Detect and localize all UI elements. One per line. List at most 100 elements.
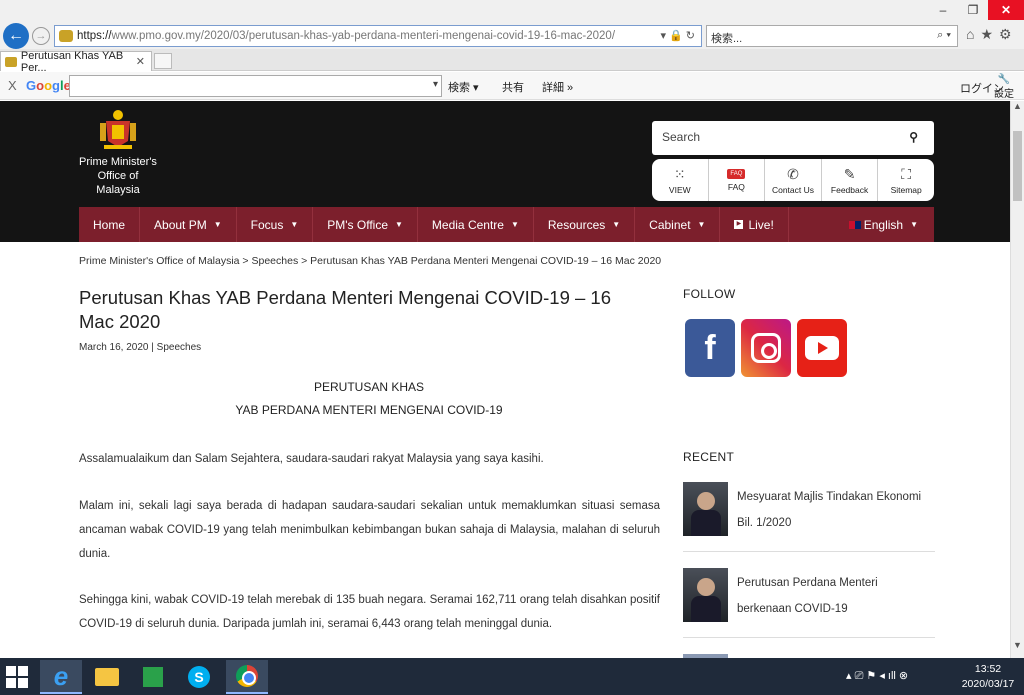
google-toolbar: X Google ▾ 検索 ▾ 共有 詳細 » ログイン 🔧 設定	[0, 72, 1024, 100]
address-bar[interactable]: https:// www.pmo.gov.my/2020/03/perutusa…	[54, 25, 702, 47]
nav-live[interactable]: ▶ Live!	[720, 207, 789, 242]
scrollbar-thumb[interactable]	[1013, 131, 1022, 201]
site-search-input[interactable]: Search ⚲	[652, 121, 934, 155]
google-settings-button[interactable]: 🔧 設定	[994, 74, 1014, 100]
forward-button[interactable]: →	[32, 27, 50, 45]
recent-post-thumbnail[interactable]	[683, 568, 728, 622]
address-bar-actions[interactable]: ▾ 🔒 ↻	[660, 29, 695, 42]
recent-post-title[interactable]: Mesyuarat Majlis Tindakan Ekonomi Bil. 1…	[737, 484, 933, 536]
scroll-down-icon[interactable]: ▼	[1013, 640, 1022, 650]
site-header: Prime Minister's Office of Malaysia Sear…	[0, 101, 1010, 242]
google-logo: Google	[26, 78, 71, 93]
coat-of-arms-icon[interactable]	[96, 107, 140, 151]
restore-button[interactable]: ❐	[958, 0, 988, 20]
site-logo-text[interactable]: Prime Minister's Office of Malaysia	[78, 155, 158, 197]
facebook-icon[interactable]: f	[685, 319, 735, 377]
browser-toolbar-icons: ⌂ ★ ⚙	[966, 26, 1012, 43]
instagram-icon[interactable]	[741, 319, 791, 377]
browser-search-placeholder: 検索...	[711, 33, 743, 45]
gear-icon[interactable]: ⚙	[999, 26, 1012, 43]
browser-tab[interactable]: Perutusan Khas YAB Per... ✕	[0, 50, 152, 74]
google-search-button[interactable]: 検索 ▾	[448, 79, 479, 95]
tab-close-icon[interactable]: ✕	[136, 55, 145, 68]
browser-search-input[interactable]: 検索... ⌕ ▾	[706, 25, 958, 47]
google-share-button[interactable]: 共有	[502, 79, 524, 95]
social-links: f	[685, 319, 847, 377]
taskbar-file-explorer[interactable]	[86, 660, 128, 694]
chevron-down-icon[interactable]: ▾	[433, 79, 438, 90]
taskbar-store[interactable]	[132, 660, 174, 694]
nav-focus[interactable]: Focus ▼	[237, 207, 314, 242]
taskbar-chrome[interactable]	[226, 660, 268, 694]
nav-resources[interactable]: Resources ▼	[534, 207, 636, 242]
folder-icon	[95, 668, 119, 686]
recent-post-thumbnail[interactable]	[683, 482, 728, 536]
breadcrumb[interactable]: Prime Minister's Office of Malaysia > Sp…	[79, 255, 661, 267]
article-subheading: PERUTUSAN KHAS	[313, 380, 425, 394]
meta-separator: |	[151, 342, 154, 353]
chevron-down-icon: ▼	[510, 220, 519, 229]
faq-icon: FAQ	[727, 168, 746, 179]
quick-link-contact-us[interactable]: ✆ Contact Us	[765, 159, 822, 201]
close-window-button[interactable]: ✕	[988, 0, 1024, 20]
tab-strip: Perutusan Khas YAB Per... ✕	[0, 49, 1024, 74]
youtube-icon[interactable]	[797, 319, 847, 377]
site-search-placeholder: Search	[662, 130, 701, 144]
sitemap-icon: ⛶	[901, 165, 912, 182]
chevron-down-icon: ▼	[910, 220, 918, 229]
url-text: www.pmo.gov.my/2020/03/perutusan-khas-ya…	[111, 30, 616, 42]
back-button[interactable]: ←	[3, 23, 29, 49]
quick-link-feedback[interactable]: ✎ Feedback	[822, 159, 879, 201]
nav-media-centre[interactable]: Media Centre ▼	[418, 207, 534, 242]
system-tray[interactable]: ▴ ⎚ ⚑ ◂ ıll ⊗	[846, 669, 908, 683]
skype-icon: S	[188, 666, 210, 688]
quick-link-view[interactable]: ⁙ VIEW	[652, 159, 709, 201]
chrome-icon	[236, 665, 258, 687]
recent-post-item[interactable]: Perutusan Perdana Menteri berkenaan COVI…	[683, 568, 935, 638]
window-titlebar: – ❐ ✕	[0, 0, 1024, 22]
home-icon[interactable]: ⌂	[966, 26, 974, 43]
chevron-down-icon: ▼	[612, 220, 621, 229]
nav-about-pm[interactable]: About PM ▼	[140, 207, 237, 242]
chevron-down-icon: ▼	[213, 220, 222, 229]
post-category-link[interactable]: Speeches	[157, 342, 201, 353]
recent-post-title[interactable]: Perutusan Perdana Menteri berkenaan COVI…	[737, 570, 933, 622]
phone-icon: ✆	[787, 165, 799, 182]
favorites-icon[interactable]: ★	[980, 26, 993, 43]
search-icon[interactable]: ⌕ ▾	[937, 29, 951, 42]
quick-link-faq[interactable]: FAQ FAQ	[709, 159, 766, 201]
google-more-button[interactable]: 詳細 »	[542, 79, 573, 95]
page-title: Perutusan Khas YAB Perdana Menteri Menge…	[79, 287, 612, 332]
address-row: ← → https:// www.pmo.gov.my/2020/03/peru…	[0, 22, 1024, 49]
search-icon[interactable]: ⚲	[909, 130, 918, 144]
window-controls: – ❐ ✕	[928, 0, 1024, 20]
web-page: Prime Minister's Office of Malaysia Sear…	[0, 101, 1010, 658]
taskbar-internet-explorer[interactable]: e	[40, 660, 82, 694]
scroll-up-icon[interactable]: ▲	[1013, 101, 1022, 111]
quick-links: ⁙ VIEW FAQ FAQ ✆ Contact Us ✎ Feedback ⛶…	[652, 159, 934, 201]
recent-heading: RECENT	[683, 450, 735, 464]
taskbar-skype[interactable]: S	[178, 660, 220, 694]
nav-home[interactable]: Home	[79, 207, 141, 242]
google-search-input[interactable]: ▾	[69, 75, 442, 97]
windows-start-icon[interactable]	[6, 666, 28, 688]
recent-post-item[interactable]: Mesyuarat Majlis Tindakan Ekonomi Bil. 1…	[683, 482, 935, 552]
quick-link-sitemap[interactable]: ⛶ Sitemap	[878, 159, 934, 201]
chevron-down-icon: ▼	[290, 220, 299, 229]
view-icon: ⁙	[673, 165, 686, 182]
internet-explorer-icon: e	[53, 660, 69, 691]
clock-date: 2020/03/17	[961, 678, 1015, 690]
site-favicon-icon	[59, 30, 73, 42]
article-paragraph: Malam ini, sekali lagi saya berada di ha…	[79, 500, 660, 560]
play-icon: ▶	[734, 220, 744, 229]
article-subheading: YAB PERDANA MENTERI MENGENAI COVID-19	[235, 403, 503, 417]
page-scrollbar[interactable]: ▲ ▼	[1010, 101, 1024, 658]
new-tab-button[interactable]	[154, 53, 172, 69]
nav-cabinet[interactable]: Cabinet ▼	[635, 207, 721, 242]
post-meta: March 16, 2020 | Speeches	[79, 342, 201, 353]
nav-pms-office[interactable]: PM's Office ▼	[313, 207, 418, 242]
taskbar-clock[interactable]: 13:52 2020/03/17	[958, 662, 1018, 692]
minimize-button[interactable]: –	[928, 0, 958, 20]
language-selector[interactable]: English ▼	[833, 218, 934, 232]
google-toolbar-close-icon[interactable]: X	[8, 78, 17, 93]
